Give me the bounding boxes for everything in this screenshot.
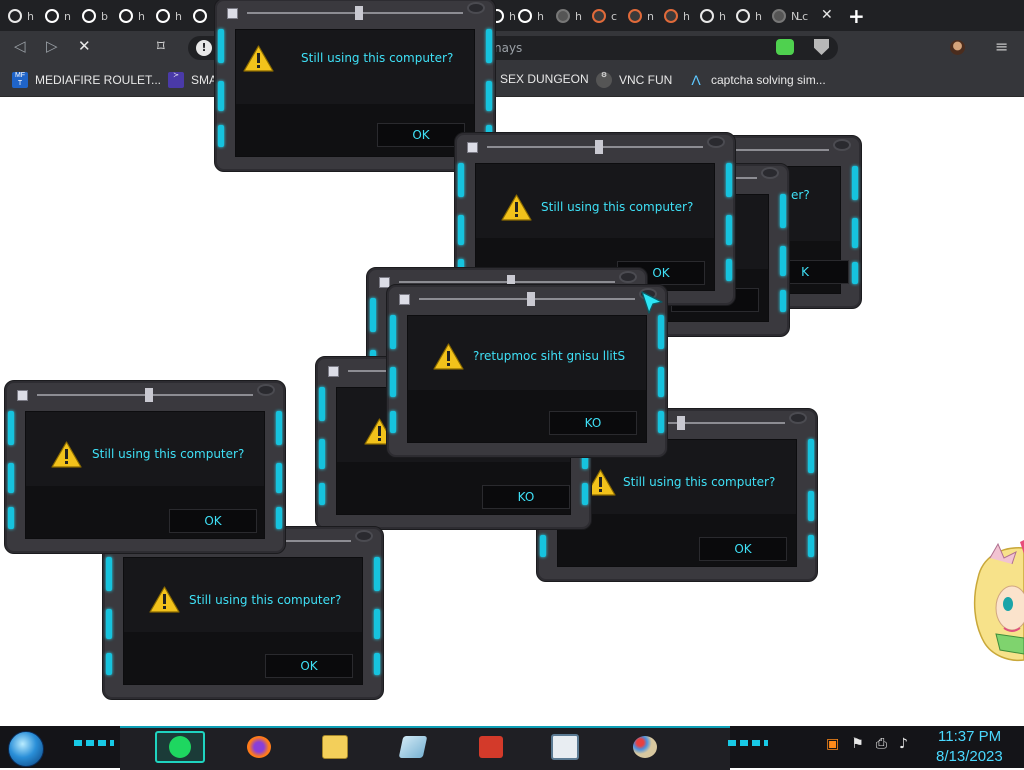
bookmark-sex-dungeon[interactable]: SEX DUNGEON [500,72,589,86]
ko-button[interactable]: KO [549,411,637,435]
tab-active[interactable]: Lc [796,4,808,28]
extension-green-icon[interactable] [776,39,794,55]
clock-time[interactable]: 11:37 PM [938,728,1001,745]
warning-icon [243,45,274,72]
profile-avatar[interactable] [950,40,965,55]
menu-icon[interactable]: ≡ [995,37,1008,56]
dialog-message: ?retupmoc siht gnisu llitS [473,349,626,363]
stop-loading-icon[interactable]: ✕ [78,37,91,55]
url-text: nays [494,41,523,55]
network-icon[interactable]: ⎙ [876,736,887,752]
bookmark-vnc-fun[interactable]: ⚙ VNC FUN [596,72,672,88]
bookmarks-bar: MF T MEDIAFIRE ROULET... ≻ SMA SEX DUNGEO… [0,65,1024,97]
warning-icon [51,441,82,468]
google-icon [82,9,96,23]
tab-dark[interactable]: h [736,4,762,28]
bookmark-mediafire[interactable]: MF T MEDIAFIRE ROULET... [12,72,161,88]
bookmark-captcha[interactable]: Λ captcha solving sim... [688,72,825,88]
taskbar-window[interactable] [546,731,584,763]
dialog-message: er? [791,188,810,202]
dialog-message: Still using this computer? [92,447,245,461]
taskbar-file-explorer[interactable] [316,731,354,763]
visual-studio-icon: ≻ [168,72,184,88]
taskbar-notepad[interactable] [394,731,432,763]
history-icon [8,9,22,23]
google-icon [45,9,59,23]
tab-orange[interactable]: n [628,4,654,28]
bookmark-sma[interactable]: ≻ SMA [168,72,217,88]
notepad-icon [398,736,428,758]
window-icon [551,734,579,760]
orange-icon [664,9,678,23]
dialog-message: Still using this computer? [541,200,694,214]
new-tab-button[interactable]: + [848,4,865,28]
dialog-message: Still using this computer? [189,593,342,607]
ok-button[interactable]: OK [377,123,465,147]
spotify-icon [169,736,191,758]
mediafire-icon: MF T [12,72,28,88]
google-icon [193,9,207,23]
orange-icon [592,9,606,23]
mouse-cursor-icon [641,291,663,314]
site-info-icon[interactable]: ! [196,40,212,56]
dark-icon [736,9,750,23]
paint-icon [633,736,657,758]
warning-icon [149,586,180,613]
ko-button[interactable]: KO [482,485,570,509]
arc-icon: Λ [691,72,701,88]
close-tab-icon[interactable]: ✕ [821,7,833,23]
ok-button[interactable]: OK [169,509,257,533]
tab-dark[interactable]: h [700,4,726,28]
dark-icon [700,9,714,23]
dialog-window: Still using this computer? OK [4,380,286,554]
vnc-icon: ⚙ [596,72,612,88]
language-icon[interactable]: ▣ [826,736,839,752]
google-icon [518,9,532,23]
tab-google[interactable]: n [45,4,71,28]
tab-strip: h n b h h h h h c n h h h N Lc ✕ + [0,0,1024,31]
system-tray: ▣ ⚑ ⎙ ♪ [826,736,908,752]
taskbar-firefox[interactable] [240,731,278,763]
start-button[interactable] [8,731,44,767]
clock-date[interactable]: 8/13/2023 [936,748,1003,765]
orange-icon [628,9,642,23]
dark-icon [772,9,786,23]
toolbox-icon [479,736,503,758]
dark-icon [556,9,570,23]
back-icon[interactable]: ◁ [14,37,26,55]
tab-google[interactable]: h [119,4,145,28]
tab-google[interactable]: h [156,4,182,28]
firefox-icon [247,736,271,758]
neon-accent [728,740,768,746]
google-icon [119,9,133,23]
ok-button[interactable]: OK [699,537,787,561]
flag-icon[interactable]: ⚑ [851,736,864,752]
taskbar-spotify[interactable] [155,731,205,763]
bookmark-icon[interactable]: ⌑ [157,37,165,55]
neon-accent [74,740,114,746]
ok-button[interactable]: OK [265,654,353,678]
browser-toolbar: ◁ ▷ ✕ ⌑ ! nays [0,31,1024,65]
tab-google[interactable] [193,4,212,28]
tab-orange[interactable]: h [664,4,690,28]
volume-icon[interactable]: ♪ [899,736,908,752]
tab-google[interactable]: h [518,4,544,28]
taskbar-toolbox[interactable] [472,731,510,763]
taskbar-paint[interactable] [626,731,664,763]
tab-dark[interactable]: h [556,4,582,28]
google-icon [156,9,170,23]
warning-icon [501,194,532,221]
dialog-message: Still using this computer? [301,51,454,65]
file-explorer-icon [322,735,348,759]
tab-orange[interactable]: c [592,4,617,28]
tab-history[interactable]: h [8,4,34,28]
dialog-window-mirrored: ?retupmoc siht gnisu llitS KO [386,284,668,458]
dialog-message: Still using this computer? [623,475,776,489]
forward-icon[interactable]: ▷ [46,37,58,55]
tab-google[interactable]: b [82,4,108,28]
warning-icon [433,343,464,370]
cartoon-mascot-image [973,540,1024,662]
